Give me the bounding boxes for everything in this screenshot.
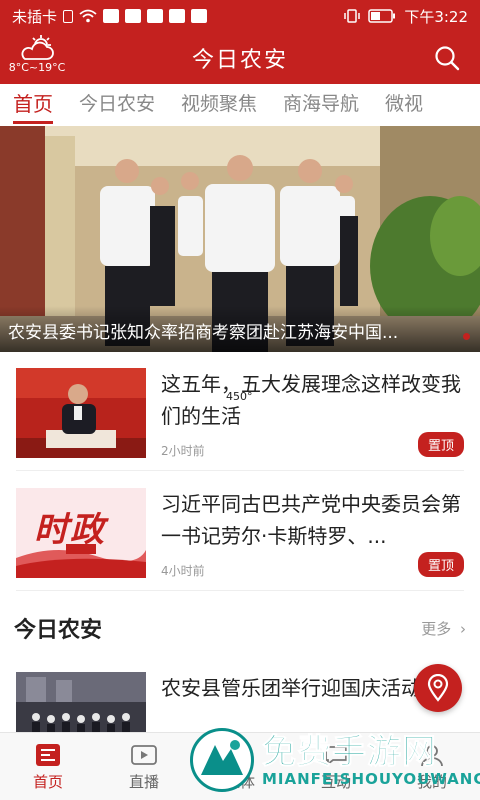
carousel-indicator[interactable] xyxy=(463,333,470,340)
news-time: 2小时前 xyxy=(161,444,205,458)
location-fab[interactable] xyxy=(414,664,462,712)
tab-business-nav[interactable]: 商海导航 xyxy=(270,84,372,126)
news-thumbnail xyxy=(16,368,146,458)
location-pin-icon xyxy=(427,674,449,702)
tab-video-focus[interactable]: 视频聚焦 xyxy=(168,84,270,126)
news-item[interactable]: 这五年，五大发展理念这样改变我们的生活 2小时前 置顶 xyxy=(16,368,464,472)
home-news-icon xyxy=(36,744,60,766)
news-thumbnail-text: 时政 xyxy=(34,510,106,550)
page-title: 今日农安 xyxy=(191,48,288,73)
watermark: 免费手游网 MIANFEISHOUYOUWANG xyxy=(190,724,480,800)
app-notification-icon xyxy=(103,9,120,23)
more-link[interactable]: 更多 › xyxy=(421,618,466,639)
overlay-number: 450° xyxy=(226,390,253,403)
vibrate-icon xyxy=(344,9,361,23)
status-left: 未插卡 xyxy=(12,6,208,27)
hero-carousel[interactable]: 农安县委书记张知众率招商考察团赴江苏海安中国... xyxy=(0,126,480,352)
section-title: 今日农安 xyxy=(14,618,103,643)
news-title: 习近平同古巴共产党中央委员会第一书记劳尔·卡斯特罗、... xyxy=(161,492,461,548)
battery-icon xyxy=(368,9,396,23)
watermark-logo xyxy=(190,728,254,792)
watermark-logo-art xyxy=(201,740,243,775)
pinned-badge: 置顶 xyxy=(417,552,464,577)
wifi-icon xyxy=(79,9,97,23)
status-bar: 未插卡 下午3:22 xyxy=(0,0,480,32)
tab-micro-video[interactable]: 微视 xyxy=(372,84,436,126)
watermark-title: 免费手游网 xyxy=(262,732,437,773)
watermark-subtitle: MIANFEISHOUYOUWANG xyxy=(262,770,480,788)
nav-label: 首页 xyxy=(32,773,63,791)
channel-tabs: 首页 今日农安 视频聚焦 商海导航 微视 xyxy=(0,84,480,126)
app-notification-icon xyxy=(147,9,164,23)
nav-home[interactable]: 首页 xyxy=(0,733,96,800)
sim-icon xyxy=(63,9,74,23)
divider xyxy=(16,470,464,471)
news-title: 这五年，五大发展理念这样改变我们的生活 xyxy=(161,372,461,428)
hero-caption: 农安县委书记张知众率招商考察团赴江苏海安中国... xyxy=(0,306,480,352)
section-header: 今日农安 更多 › xyxy=(14,612,466,646)
chevron-right-icon: › xyxy=(460,620,466,638)
weibo-icon xyxy=(191,9,208,23)
app-notification-icon xyxy=(125,9,142,23)
news-thumbnail: 时政 xyxy=(16,488,146,578)
news-item[interactable]: 时政 习近平同古巴共产党中央委员会第一书记劳尔·卡斯特罗、... 4小时前 置顶 xyxy=(16,488,464,592)
live-tv-icon xyxy=(131,745,157,765)
app-notification-icon xyxy=(169,9,186,23)
carrier-label: 未插卡 xyxy=(12,7,58,26)
tab-today-nongan[interactable]: 今日农安 xyxy=(66,84,168,126)
news-time: 4小时前 xyxy=(161,564,205,578)
tab-home[interactable]: 首页 xyxy=(0,84,66,126)
clock: 下午3:22 xyxy=(404,7,468,26)
app-header: 8°C~19°C 今日农安 xyxy=(0,32,480,84)
divider xyxy=(16,590,464,591)
nav-live[interactable]: 直播 xyxy=(96,733,192,800)
more-label: 更多 xyxy=(421,620,452,638)
pinned-badge: 置顶 xyxy=(417,432,464,457)
search-icon[interactable] xyxy=(434,45,460,71)
nav-label: 直播 xyxy=(128,773,159,791)
status-right: 下午3:22 xyxy=(344,6,468,27)
